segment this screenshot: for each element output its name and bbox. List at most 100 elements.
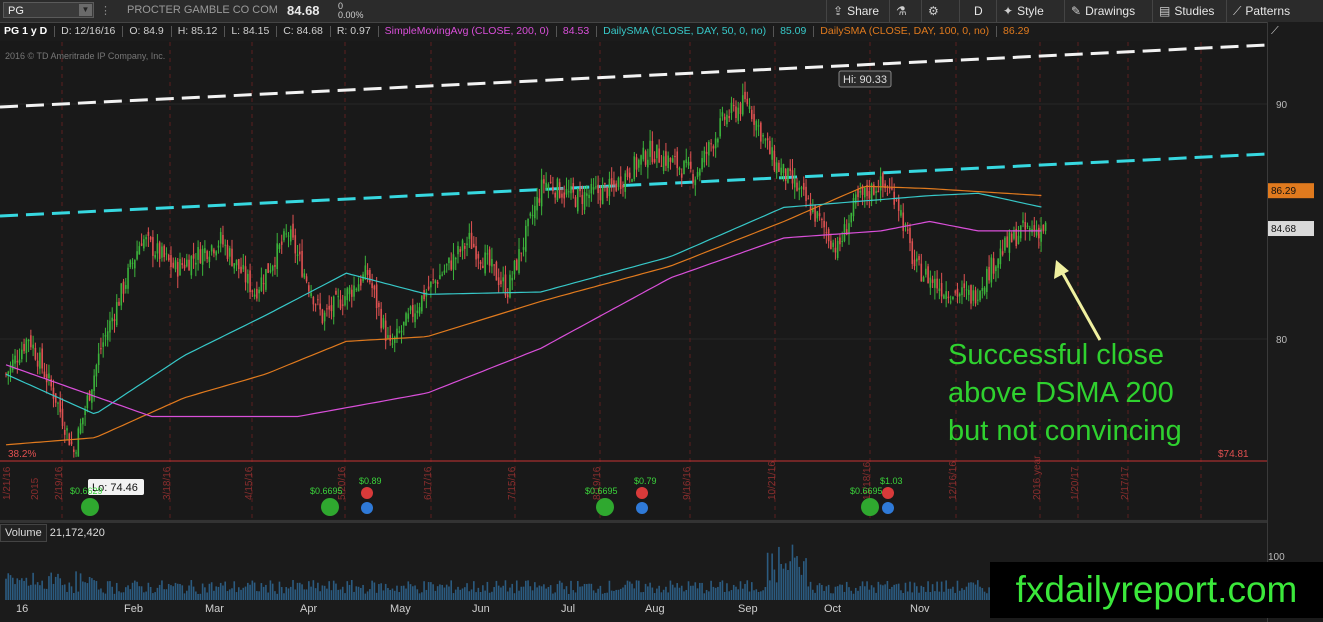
volume-bar bbox=[16, 578, 19, 600]
volume-bar bbox=[744, 583, 746, 600]
chevron-down-icon[interactable]: ▼ bbox=[79, 4, 92, 16]
last-price: 84.68 bbox=[287, 3, 320, 18]
volume-bar bbox=[958, 590, 961, 600]
volume-bar bbox=[667, 592, 669, 600]
volume-bar bbox=[574, 592, 577, 600]
volume-bar bbox=[267, 592, 269, 600]
bar-low: L: 84.15 bbox=[231, 25, 270, 37]
volume-bar bbox=[834, 586, 837, 600]
volume-bar bbox=[124, 587, 127, 600]
volume-bar bbox=[294, 589, 297, 600]
volume-bar bbox=[766, 552, 769, 600]
symbol-menu-icon[interactable]: ⋮ bbox=[100, 4, 111, 17]
volume-bar bbox=[41, 580, 43, 600]
volume-label[interactable]: Volume bbox=[0, 524, 47, 542]
volume-bar bbox=[784, 563, 787, 600]
volume-bar bbox=[791, 544, 794, 600]
month-label: Nov bbox=[910, 603, 930, 615]
volume-bar bbox=[109, 581, 111, 600]
volume-bar bbox=[339, 589, 342, 600]
bar-date: D: 12/16/16 bbox=[61, 25, 116, 37]
volume-bar bbox=[658, 585, 660, 600]
volume-bar bbox=[102, 592, 104, 600]
price-axis[interactable] bbox=[1267, 22, 1323, 622]
volume-bar bbox=[497, 585, 500, 600]
sma200-label[interactable]: SimpleMovingAvg (CLOSE, 200, 0) bbox=[385, 25, 549, 37]
volume-bar bbox=[423, 581, 425, 600]
volume-bar bbox=[685, 589, 688, 600]
sma50-label[interactable]: DailySMA (CLOSE, DAY, 50, 0, no) bbox=[603, 25, 766, 37]
share-button[interactable]: ⇪ Share bbox=[826, 0, 887, 22]
drawings-button[interactable]: ✎ Drawings bbox=[1064, 0, 1150, 22]
volume-bar bbox=[886, 580, 889, 600]
volume-bar bbox=[563, 589, 566, 600]
volume-bar bbox=[511, 583, 514, 600]
volume-bar bbox=[674, 587, 676, 600]
sma100-label[interactable]: DailySMA (CLOSE, DAY, 100, 0, no) bbox=[820, 25, 989, 37]
symbol-input[interactable]: PG ▼ bbox=[3, 2, 94, 18]
volume-bar bbox=[771, 553, 773, 600]
settings-button[interactable]: ⚙ bbox=[921, 0, 956, 22]
volume-bar bbox=[712, 586, 715, 600]
volume-bar bbox=[82, 581, 84, 600]
volume-bar bbox=[762, 590, 764, 600]
volume-bar bbox=[396, 585, 398, 600]
volume-bar bbox=[931, 584, 934, 600]
volume-bar bbox=[972, 582, 975, 600]
volume-bar bbox=[452, 593, 455, 600]
volume-bar bbox=[323, 585, 326, 600]
patterns-button[interactable]: ⟋ Patterns bbox=[1226, 0, 1323, 22]
volume-bar bbox=[925, 591, 927, 600]
volume-bar bbox=[581, 586, 584, 600]
volume-bar bbox=[95, 580, 98, 600]
volume-bar bbox=[393, 590, 396, 600]
volume-bar bbox=[473, 581, 475, 600]
volume-bar bbox=[606, 592, 608, 600]
volume-bar bbox=[402, 585, 405, 600]
volume-bar bbox=[558, 580, 561, 600]
aggregation-button[interactable]: D bbox=[959, 0, 993, 22]
volume-bar bbox=[556, 584, 559, 600]
volume-bar bbox=[579, 586, 581, 600]
volume-bar bbox=[299, 582, 301, 600]
annotation-line-2: above DSMA 200 bbox=[948, 377, 1174, 409]
volume-bar bbox=[113, 593, 116, 600]
volume-bar bbox=[206, 592, 208, 600]
volume-bar bbox=[873, 587, 875, 600]
volume-bar bbox=[362, 584, 364, 600]
volume-bar bbox=[412, 586, 414, 600]
volume-bar bbox=[830, 593, 832, 600]
volume-bar bbox=[477, 587, 480, 600]
volume-bar bbox=[73, 593, 75, 600]
volume-bar bbox=[226, 591, 229, 600]
volume-bar bbox=[897, 583, 900, 600]
volume-bar bbox=[486, 581, 489, 600]
chart-title: PG 1 y D bbox=[4, 25, 48, 37]
volume-bar bbox=[943, 591, 945, 600]
volume-bar bbox=[717, 586, 719, 600]
volume-bar bbox=[545, 588, 547, 600]
volume-bar bbox=[118, 591, 120, 600]
volume-bar bbox=[540, 586, 543, 600]
volume-bar bbox=[346, 581, 349, 600]
volume-bar bbox=[879, 584, 882, 600]
volume-bar bbox=[723, 591, 726, 600]
collapse-icon[interactable]: ⟋ bbox=[1271, 25, 1289, 39]
month-label: Jul bbox=[561, 603, 575, 615]
volume-bar bbox=[308, 581, 310, 600]
volume-bar bbox=[197, 593, 199, 600]
volume-bar bbox=[536, 587, 538, 600]
volume-bar bbox=[622, 587, 624, 600]
volume-bar bbox=[875, 592, 877, 600]
volume-bar bbox=[547, 587, 550, 600]
volume-bar bbox=[283, 593, 285, 600]
flask-button[interactable]: ⚗ bbox=[889, 0, 919, 22]
volume-bar bbox=[845, 581, 848, 600]
studies-button[interactable]: ▤ Studies bbox=[1152, 0, 1224, 22]
volume-bar bbox=[613, 590, 615, 600]
volume-bar bbox=[852, 593, 855, 600]
pane-divider[interactable] bbox=[0, 520, 1267, 523]
volume-bar bbox=[902, 592, 905, 600]
volume-bar bbox=[775, 582, 778, 600]
style-button[interactable]: ✦ Style bbox=[996, 0, 1062, 22]
